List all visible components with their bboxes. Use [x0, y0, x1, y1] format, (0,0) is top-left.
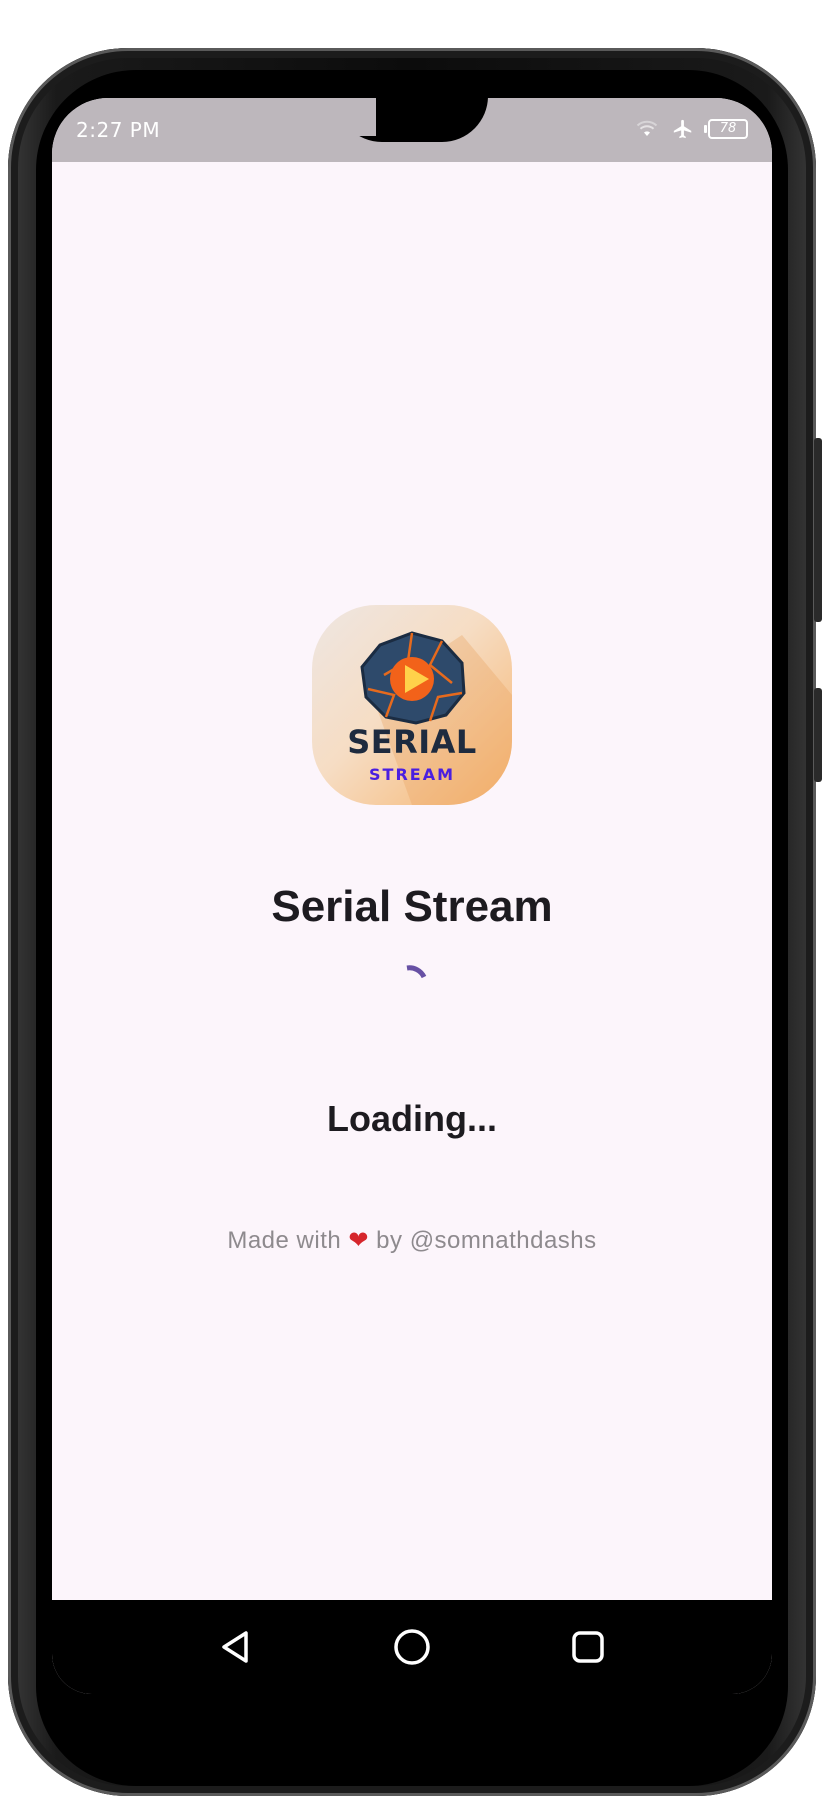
credit-line: Made with ❤ by @somnathdashs [52, 1226, 772, 1255]
splash-content: SERIAL STREAM Serial Stream Loading... M… [52, 162, 772, 1600]
logo-text-primary: SERIAL [347, 723, 477, 761]
status-bar: 2:27 PM 78 [52, 98, 772, 162]
status-icons: 78 [636, 118, 748, 140]
loading-spinner [406, 965, 427, 979]
notch [336, 98, 488, 142]
power-button [814, 688, 822, 782]
heart-icon: ❤ [348, 1227, 369, 1254]
home-icon[interactable] [392, 1627, 432, 1667]
back-icon[interactable] [216, 1627, 256, 1667]
wifi-icon [636, 120, 658, 136]
battery-icon: 78 [704, 119, 748, 139]
battery-level: 78 [719, 121, 737, 136]
navigation-bar [52, 1600, 772, 1694]
credit-prefix: Made with [227, 1227, 342, 1254]
app-title: Serial Stream [271, 882, 553, 931]
airplane-icon [673, 119, 692, 139]
logo-text-secondary: STREAM [369, 765, 455, 784]
status-time: 2:27 PM [76, 118, 161, 142]
screen: 2:27 PM 78 SERIAL STREAM Serial Stream L… [52, 98, 772, 1694]
recents-icon[interactable] [568, 1627, 608, 1667]
credit-suffix: by @somnathdashs [376, 1227, 597, 1254]
app-logo: SERIAL STREAM [312, 605, 512, 805]
loading-label: Loading... [327, 1098, 497, 1139]
volume-button [814, 438, 822, 622]
